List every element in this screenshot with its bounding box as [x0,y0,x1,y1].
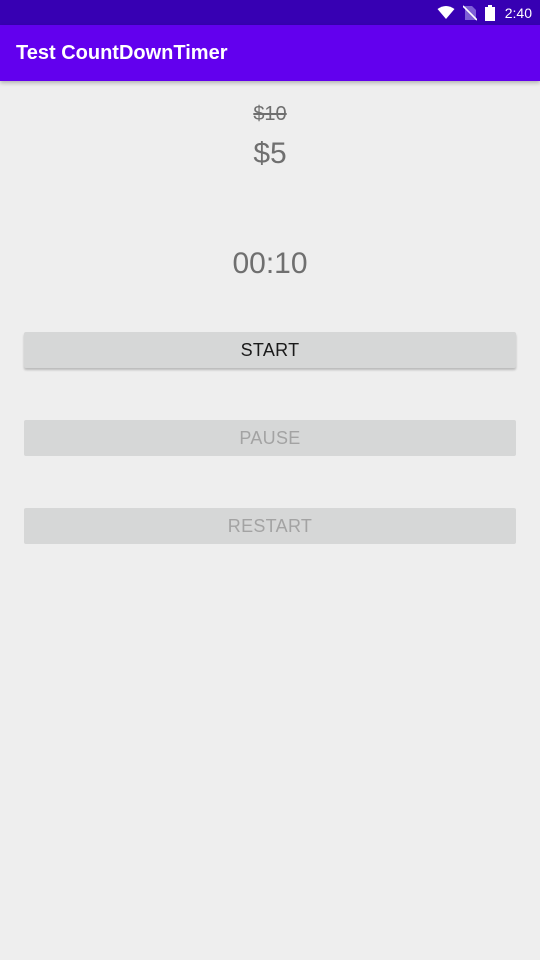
status-time: 2:40 [504,4,532,21]
wifi-icon [437,5,455,20]
app-bar: Test CountDownTimer [0,25,540,81]
countdown-timer-display: 00:10 [232,247,308,280]
start-button[interactable]: START [24,332,516,368]
main-content: $10 $5 00:10 START PAUSE RESTART [0,81,540,960]
battery-icon [484,4,495,21]
status-icons: 2:40 [437,0,532,25]
pause-button[interactable]: PAUSE [24,420,516,456]
status-bar: 2:40 [0,0,540,25]
restart-button[interactable]: RESTART [24,508,516,544]
discounted-price: $5 [253,137,287,170]
no-sim-icon [462,4,477,21]
original-price: $10 [253,103,287,125]
app-title: Test CountDownTimer [16,41,228,64]
